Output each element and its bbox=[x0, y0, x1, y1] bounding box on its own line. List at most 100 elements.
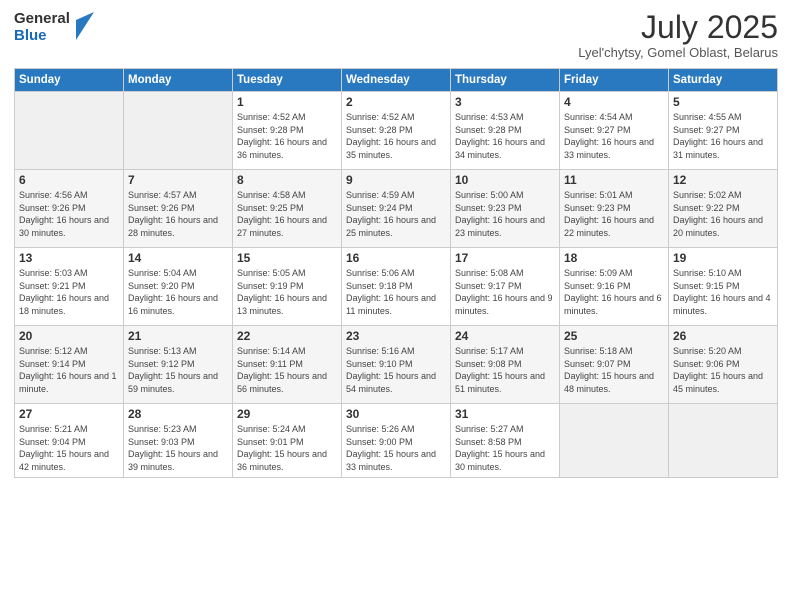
table-row: 4Sunrise: 4:54 AMSunset: 9:27 PMDaylight… bbox=[560, 92, 669, 170]
table-row bbox=[669, 404, 778, 477]
day-number: 24 bbox=[455, 329, 555, 343]
day-info: Sunrise: 5:27 AMSunset: 8:58 PMDaylight:… bbox=[455, 423, 555, 473]
day-number: 5 bbox=[673, 95, 773, 109]
day-info: Sunrise: 5:24 AMSunset: 9:01 PMDaylight:… bbox=[237, 423, 337, 473]
day-number: 17 bbox=[455, 251, 555, 265]
day-number: 28 bbox=[128, 407, 228, 421]
header-friday: Friday bbox=[560, 69, 669, 92]
table-row: 13 Sunrise: 5:03 AMSunset: 9:21 PMDayligh… bbox=[15, 248, 124, 326]
day-number: 6 bbox=[19, 173, 119, 187]
table-row: 31 Sunrise: 5:27 AMSunset: 8:58 PMDayligh… bbox=[451, 404, 560, 477]
header-tuesday: Tuesday bbox=[233, 69, 342, 92]
page: General Blue July 2025 Lyel'chytsy, Gome… bbox=[0, 0, 792, 612]
day-info: Sunrise: 4:58 AMSunset: 9:25 PMDaylight:… bbox=[237, 189, 337, 239]
table-row: 28 Sunrise: 5:23 AMSunset: 9:03 PMDayligh… bbox=[124, 404, 233, 477]
logo: General Blue bbox=[14, 10, 94, 45]
day-info: Sunrise: 5:06 AMSunset: 9:18 PMDaylight:… bbox=[346, 267, 446, 317]
table-row: 30 Sunrise: 5:26 AMSunset: 9:00 PMDayligh… bbox=[342, 404, 451, 477]
day-number: 3 bbox=[455, 95, 555, 109]
logo-icon bbox=[72, 12, 94, 45]
day-number: 7 bbox=[128, 173, 228, 187]
table-row: 5 Sunrise: 4:55 AMSunset: 9:27 PMDaylight… bbox=[669, 92, 778, 170]
day-number: 1 bbox=[237, 95, 337, 109]
day-info: Sunrise: 5:16 AMSunset: 9:10 PMDaylight:… bbox=[346, 345, 446, 395]
day-info: Sunrise: 5:18 AMSunset: 9:07 PMDaylight:… bbox=[564, 345, 664, 395]
day-info: Sunrise: 5:05 AMSunset: 9:19 PMDaylight:… bbox=[237, 267, 337, 317]
day-number: 31 bbox=[455, 407, 555, 421]
day-number: 23 bbox=[346, 329, 446, 343]
day-number: 16 bbox=[346, 251, 446, 265]
day-info: Sunrise: 5:09 AMSunset: 9:16 PMDaylight:… bbox=[564, 267, 664, 317]
day-info: Sunrise: 5:20 AMSunset: 9:06 PMDaylight:… bbox=[673, 345, 773, 395]
header-saturday: Saturday bbox=[669, 69, 778, 92]
day-info: Sunrise: 5:04 AMSunset: 9:20 PMDaylight:… bbox=[128, 267, 228, 317]
day-number: 26 bbox=[673, 329, 773, 343]
day-number: 18 bbox=[564, 251, 664, 265]
table-row: 2Sunrise: 4:52 AMSunset: 9:28 PMDaylight… bbox=[342, 92, 451, 170]
table-row: 1 Sunrise: 4:52 AMSunset: 9:28 PMDaylight… bbox=[233, 92, 342, 170]
day-number: 10 bbox=[455, 173, 555, 187]
day-info: Sunrise: 5:02 AMSunset: 9:22 PMDaylight:… bbox=[673, 189, 773, 239]
day-info: Sunrise: 5:12 AMSunset: 9:14 PMDaylight:… bbox=[19, 345, 119, 395]
day-number: 25 bbox=[564, 329, 664, 343]
day-number: 8 bbox=[237, 173, 337, 187]
table-row: 17 Sunrise: 5:08 AMSunset: 9:17 PMDayligh… bbox=[451, 248, 560, 326]
header-wednesday: Wednesday bbox=[342, 69, 451, 92]
table-row: 6 Sunrise: 4:56 AMSunset: 9:26 PMDaylight… bbox=[15, 170, 124, 248]
day-info: Sunrise: 4:52 AMSunset: 9:28 PMDaylight:… bbox=[237, 111, 337, 161]
table-row: 26 Sunrise: 5:20 AMSunset: 9:06 PMDayligh… bbox=[669, 326, 778, 404]
day-number: 27 bbox=[19, 407, 119, 421]
day-number: 29 bbox=[237, 407, 337, 421]
subtitle: Lyel'chytsy, Gomel Oblast, Belarus bbox=[578, 45, 778, 60]
day-number: 14 bbox=[128, 251, 228, 265]
table-row: 12 Sunrise: 5:02 AMSunset: 9:22 PMDayligh… bbox=[669, 170, 778, 248]
day-info: Sunrise: 4:55 AMSunset: 9:27 PMDaylight:… bbox=[673, 111, 773, 161]
day-info: Sunrise: 4:53 AMSunset: 9:28 PMDaylight:… bbox=[455, 111, 555, 161]
day-number: 19 bbox=[673, 251, 773, 265]
table-row: 18 Sunrise: 5:09 AMSunset: 9:16 PMDayligh… bbox=[560, 248, 669, 326]
logo-blue: Blue bbox=[14, 28, 70, 45]
table-row bbox=[124, 92, 233, 170]
day-info: Sunrise: 5:23 AMSunset: 9:03 PMDaylight:… bbox=[128, 423, 228, 473]
table-row bbox=[15, 92, 124, 170]
day-number: 12 bbox=[673, 173, 773, 187]
day-number: 11 bbox=[564, 173, 664, 187]
table-row: 27Sunrise: 5:21 AMSunset: 9:04 PMDayligh… bbox=[15, 404, 124, 477]
day-number: 30 bbox=[346, 407, 446, 421]
day-number: 13 bbox=[19, 251, 119, 265]
main-title: July 2025 bbox=[578, 10, 778, 45]
table-row: 16 Sunrise: 5:06 AMSunset: 9:18 PMDayligh… bbox=[342, 248, 451, 326]
table-row: 21Sunrise: 5:13 AMSunset: 9:12 PMDayligh… bbox=[124, 326, 233, 404]
day-info: Sunrise: 5:17 AMSunset: 9:08 PMDaylight:… bbox=[455, 345, 555, 395]
table-row: 11 Sunrise: 5:01 AMSunset: 9:23 PMDayligh… bbox=[560, 170, 669, 248]
day-info: Sunrise: 5:26 AMSunset: 9:00 PMDaylight:… bbox=[346, 423, 446, 473]
day-number: 15 bbox=[237, 251, 337, 265]
day-info: Sunrise: 4:57 AMSunset: 9:26 PMDaylight:… bbox=[128, 189, 228, 239]
table-row: 19Sunrise: 5:10 AMSunset: 9:15 PMDayligh… bbox=[669, 248, 778, 326]
day-info: Sunrise: 5:14 AMSunset: 9:11 PMDaylight:… bbox=[237, 345, 337, 395]
weekday-header-row: Sunday Monday Tuesday Wednesday Thursday… bbox=[15, 69, 778, 92]
day-info: Sunrise: 5:08 AMSunset: 9:17 PMDaylight:… bbox=[455, 267, 555, 317]
table-row: 24 Sunrise: 5:17 AMSunset: 9:08 PMDayligh… bbox=[451, 326, 560, 404]
table-row: 8 Sunrise: 4:58 AMSunset: 9:25 PMDaylight… bbox=[233, 170, 342, 248]
table-row: 14 Sunrise: 5:04 AMSunset: 9:20 PMDayligh… bbox=[124, 248, 233, 326]
day-info: Sunrise: 4:56 AMSunset: 9:26 PMDaylight:… bbox=[19, 189, 119, 239]
table-row: 15 Sunrise: 5:05 AMSunset: 9:19 PMDayligh… bbox=[233, 248, 342, 326]
day-info: Sunrise: 5:03 AMSunset: 9:21 PMDaylight:… bbox=[19, 267, 119, 317]
day-info: Sunrise: 4:52 AMSunset: 9:28 PMDaylight:… bbox=[346, 111, 446, 161]
day-info: Sunrise: 5:01 AMSunset: 9:23 PMDaylight:… bbox=[564, 189, 664, 239]
header-monday: Monday bbox=[124, 69, 233, 92]
table-row: 10Sunrise: 5:00 AMSunset: 9:23 PMDayligh… bbox=[451, 170, 560, 248]
table-row: 29 Sunrise: 5:24 AMSunset: 9:01 PMDayligh… bbox=[233, 404, 342, 477]
logo-text: General Blue bbox=[14, 11, 70, 44]
day-number: 21 bbox=[128, 329, 228, 343]
table-row: 9Sunrise: 4:59 AMSunset: 9:24 PMDaylight… bbox=[342, 170, 451, 248]
day-number: 22 bbox=[237, 329, 337, 343]
title-block: July 2025 Lyel'chytsy, Gomel Oblast, Bel… bbox=[578, 10, 778, 60]
table-row bbox=[560, 404, 669, 477]
day-info: Sunrise: 4:59 AMSunset: 9:24 PMDaylight:… bbox=[346, 189, 446, 239]
day-info: Sunrise: 4:54 AMSunset: 9:27 PMDaylight:… bbox=[564, 111, 664, 161]
calendar: Sunday Monday Tuesday Wednesday Thursday… bbox=[14, 68, 778, 477]
table-row: 23 Sunrise: 5:16 AMSunset: 9:10 PMDayligh… bbox=[342, 326, 451, 404]
table-row: 22 Sunrise: 5:14 AMSunset: 9:11 PMDayligh… bbox=[233, 326, 342, 404]
